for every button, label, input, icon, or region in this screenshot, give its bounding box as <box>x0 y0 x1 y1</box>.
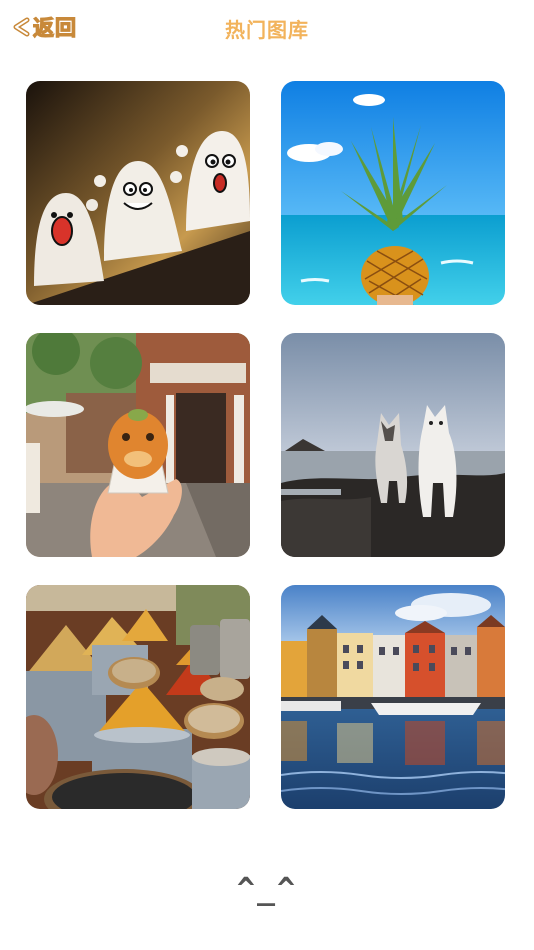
gallery-image-pastry[interactable] <box>26 333 250 557</box>
dogs-rocks-image <box>281 333 505 557</box>
gallery-image-pineapple[interactable] <box>281 81 505 305</box>
top-bar: 返回 热门图库 <box>0 0 534 56</box>
gallery-image-harbor[interactable] <box>281 585 505 809</box>
pineapple-ocean-image <box>281 81 505 305</box>
end-of-list-indicator: ^_^ <box>236 872 298 907</box>
pastry-street-image <box>26 333 250 557</box>
image-gallery <box>26 81 506 809</box>
gallery-image-dogs[interactable] <box>281 333 505 557</box>
spice-market-image <box>26 585 250 809</box>
gallery-image-spices[interactable] <box>26 585 250 809</box>
harbor-houses-image <box>281 585 505 809</box>
ghost-figurines-image <box>26 81 250 305</box>
gallery-image-ghosts[interactable] <box>26 81 250 305</box>
page-title: 热门图库 <box>225 18 309 42</box>
